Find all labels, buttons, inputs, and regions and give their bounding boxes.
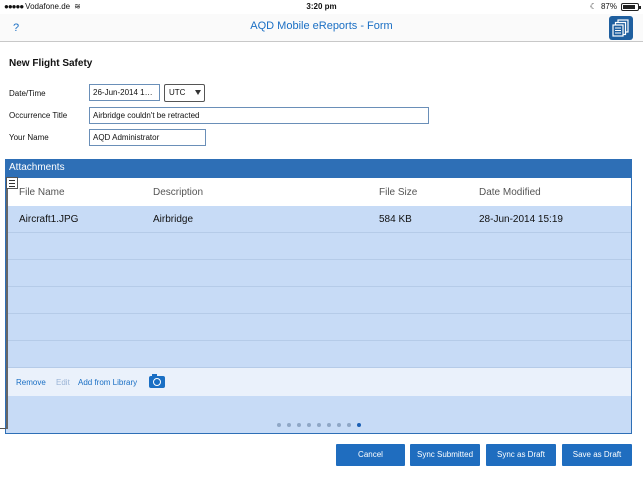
camera-icon[interactable] (149, 374, 165, 388)
nav-bar: ? AQD Mobile eReports - Form (0, 14, 643, 42)
page-dot[interactable] (276, 423, 281, 427)
date-modified-cell: 28-Jun-2014 15:19 (479, 214, 563, 225)
occurrence-title-label: Occurrence Title (9, 111, 68, 120)
your-name-label: Your Name (9, 133, 49, 142)
file-name-cell: Aircraft1.JPG (19, 214, 79, 225)
form-title: New Flight Safety (9, 58, 93, 69)
date-field[interactable]: 26-Jun-2014 1… (89, 84, 160, 101)
description-cell: Airbridge (153, 214, 194, 225)
status-time: 3:20 pm (306, 2, 337, 11)
page-dot[interactable] (346, 423, 351, 427)
page-dot[interactable] (326, 423, 331, 427)
page-dot[interactable] (306, 423, 311, 427)
cancel-button[interactable]: Cancel (336, 444, 405, 466)
page-dot[interactable] (316, 423, 321, 427)
battery-percent: 87% (600, 2, 617, 11)
table-row[interactable]: Aircraft1.JPG Airbridge 584 KB 28-Jun-20… (6, 206, 631, 233)
save-as-draft-button[interactable]: Save as Draft (562, 444, 632, 466)
battery-info: ☾ 87% (589, 2, 641, 11)
empty-row (6, 314, 631, 341)
edit-button[interactable]: Edit (56, 378, 70, 387)
add-from-library-button[interactable]: Add from Library (78, 378, 137, 387)
status-bar: ●●●●● Vodafone.de ≋ 3:20 pm ☾ 87% (0, 0, 643, 14)
documents-icon (612, 19, 629, 37)
timezone-value: UTC (169, 88, 186, 97)
attachments-panel: Attachments File Name Description File S… (5, 159, 632, 434)
date-time-label: Date/Time (9, 89, 46, 98)
page-title: AQD Mobile eReports - Form (250, 20, 393, 32)
column-file-name[interactable]: File Name (19, 187, 65, 198)
page-dot[interactable] (356, 423, 361, 427)
chevron-down-icon (195, 90, 201, 95)
divider (0, 428, 6, 429)
attachments-header: Attachments (6, 160, 631, 178)
sync-as-draft-button[interactable]: Sync as Draft (486, 444, 556, 466)
page-indicator[interactable] (6, 423, 631, 427)
empty-row (6, 233, 631, 260)
file-size-cell: 584 KB (379, 214, 412, 225)
empty-row (6, 287, 631, 314)
column-date-modified[interactable]: Date Modified (479, 187, 541, 198)
timezone-select[interactable]: UTC (164, 84, 205, 102)
column-description[interactable]: Description (153, 187, 203, 198)
attachments-table-header: File Name Description File Size Date Mod… (6, 178, 631, 206)
page-dot[interactable] (336, 423, 341, 427)
empty-row (6, 260, 631, 287)
your-name-field[interactable]: AQD Administrator (89, 129, 206, 146)
page-dot[interactable] (286, 423, 291, 427)
battery-icon (621, 2, 641, 11)
empty-row (6, 341, 631, 368)
panel-divider (6, 189, 8, 429)
menu-icon[interactable] (6, 177, 18, 189)
page-dot[interactable] (296, 423, 301, 427)
battery-fill (623, 4, 636, 9)
documents-button[interactable] (609, 16, 633, 40)
attachments-toolbar: Remove Edit Add from Library (6, 368, 631, 396)
moon-icon: ☾ (589, 2, 597, 11)
remove-button[interactable]: Remove (16, 378, 46, 387)
sync-submitted-button[interactable]: Sync Submitted (410, 444, 480, 466)
column-file-size[interactable]: File Size (379, 187, 417, 198)
occurrence-title-field[interactable]: Airbridge couldn't be retracted (89, 107, 429, 124)
